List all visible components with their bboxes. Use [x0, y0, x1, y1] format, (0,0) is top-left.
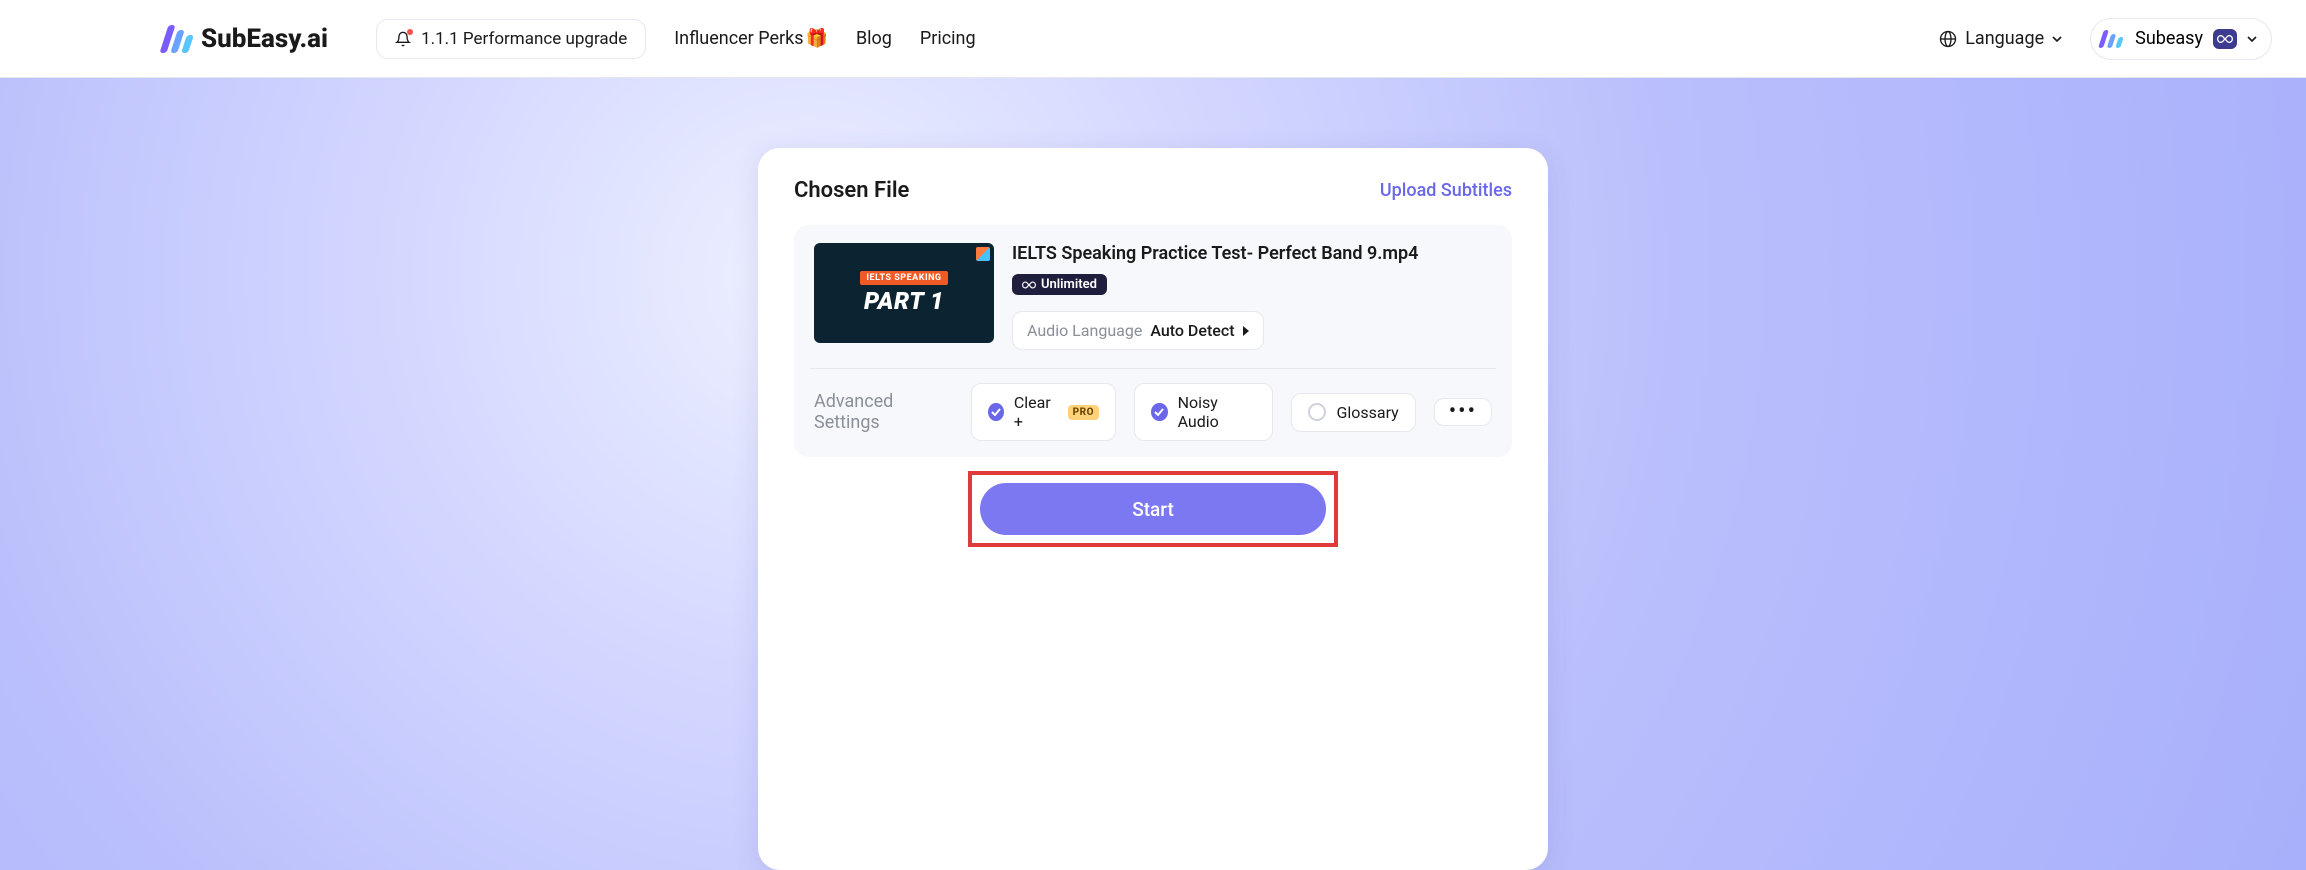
check-icon — [1308, 403, 1326, 421]
user-menu[interactable]: Subeasy — [2090, 18, 2272, 60]
more-options-button[interactable]: ••• — [1434, 398, 1492, 426]
thumbnail-corner-icon — [976, 247, 990, 261]
option-clear-plus[interactable]: Clear + PRO — [971, 383, 1116, 441]
brand-name: SubEasy.ai — [201, 24, 328, 54]
file-panel: IELTS SPEAKING PART 1 IELTS Speaking Pra… — [794, 225, 1512, 457]
bell-icon — [395, 31, 411, 47]
audio-language-value: Auto Detect — [1150, 321, 1234, 340]
option-glossary[interactable]: Glossary — [1291, 393, 1415, 432]
announcement-text: 1.1.1 Performance upgrade — [421, 29, 627, 49]
triangle-right-icon — [1243, 326, 1249, 336]
thumbnail-title: PART 1 — [864, 287, 944, 315]
card-title: Chosen File — [794, 178, 909, 203]
nav-influencer-perks[interactable]: Influencer Perks🎁 — [674, 28, 828, 49]
audio-language-selector[interactable]: Audio Language Auto Detect — [1012, 311, 1264, 350]
option-noisy-audio[interactable]: Noisy Audio — [1134, 383, 1273, 441]
upload-subtitles-link[interactable]: Upload Subtitles — [1380, 180, 1512, 201]
start-button[interactable]: Start — [980, 483, 1326, 535]
check-icon — [988, 403, 1004, 421]
nav-pricing[interactable]: Pricing — [920, 28, 976, 49]
file-thumbnail[interactable]: IELTS SPEAKING PART 1 — [814, 243, 994, 343]
announcement-pill[interactable]: 1.1.1 Performance upgrade — [376, 19, 646, 59]
brand-logo-icon — [164, 25, 191, 53]
globe-icon — [1939, 30, 1957, 48]
chevron-down-icon — [2247, 36, 2257, 42]
check-icon — [1151, 403, 1168, 421]
file-name: IELTS Speaking Practice Test- Perfect Ba… — [1012, 243, 1418, 264]
audio-language-label: Audio Language — [1027, 321, 1142, 340]
hero-section: Chosen File Upload Subtitles IELTS SPEAK… — [0, 78, 2306, 870]
chevron-down-icon — [2052, 36, 2062, 42]
brand-logo[interactable]: SubEasy.ai — [34, 24, 328, 54]
gift-icon: 🎁 — [806, 28, 828, 49]
user-name: Subeasy — [2135, 28, 2203, 49]
thumbnail-tag: IELTS SPEAKING — [860, 271, 947, 285]
advanced-settings-label: Advanced Settings — [814, 391, 953, 433]
language-label: Language — [1965, 28, 2044, 49]
unlimited-badge: Unlimited — [1012, 274, 1107, 295]
nav-blog[interactable]: Blog — [856, 28, 892, 49]
infinity-icon — [1022, 280, 1036, 290]
top-header: SubEasy.ai 1.1.1 Performance upgrade Inf… — [0, 0, 2306, 78]
avatar-icon — [2097, 25, 2125, 53]
chosen-file-card: Chosen File Upload Subtitles IELTS SPEAK… — [758, 148, 1548, 870]
language-switcher[interactable]: Language — [1939, 28, 2062, 49]
plan-badge-icon — [2213, 29, 2237, 49]
divider — [810, 368, 1496, 369]
start-button-highlight: Start — [968, 471, 1338, 547]
pro-badge: PRO — [1068, 405, 1099, 420]
advanced-settings-row: Advanced Settings Clear + PRO Noisy Audi… — [814, 383, 1492, 441]
